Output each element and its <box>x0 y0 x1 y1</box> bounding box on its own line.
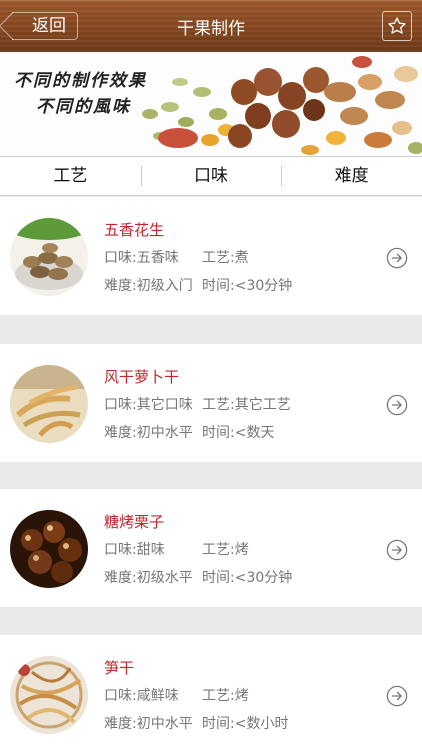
recipe-name: 五香花生 <box>104 221 165 239</box>
recipe-meta-row: 口味:其它口味 工艺:其它工艺 <box>104 394 291 414</box>
banner-line-1: 不同的制作效果 <box>14 71 147 91</box>
recipe-meta-row: 口味:甜味 工艺:烤 <box>104 539 249 559</box>
navigation-bar: 返回 干果制作 <box>0 0 422 52</box>
recipe-time: 时间:<数天 <box>202 425 275 441</box>
recipe-difficulty: 难度:初级入门 <box>104 278 193 294</box>
recipe-thumbnail <box>10 510 88 588</box>
recipe-taste: 口味:其它口味 <box>104 397 193 413</box>
recipe-item-dried-bamboo-shoot[interactable]: 笋干 口味:咸鲜味 工艺:烤 难度:初中水平 时间:<数小时 <box>0 635 422 753</box>
banner-line-2: 不同的風味 <box>36 97 131 117</box>
recipe-taste: 口味:五香味 <box>104 250 179 266</box>
recipe-taste: 口味:咸鲜味 <box>104 688 179 704</box>
recipe-taste: 口味:甜味 <box>104 542 165 558</box>
recipe-item-roasted-chestnut[interactable]: 糖烤栗子 口味:甜味 工艺:烤 难度:初级水平 时间:<30分钟 <box>0 489 422 607</box>
recipe-difficulty: 难度:初中水平 <box>104 425 193 441</box>
recipe-meta-row: 口味:五香味 工艺:煮 <box>104 247 249 267</box>
recipe-name: 糖烤栗子 <box>104 513 165 531</box>
filter-tabs: 工艺 口味 难度 <box>0 156 422 196</box>
nuts-image <box>142 56 422 155</box>
recipe-time: 时间:<数小时 <box>202 716 289 732</box>
arrow-right-circle-icon[interactable] <box>386 247 408 269</box>
tab-difficulty[interactable]: 难度 <box>281 157 422 195</box>
recipe-thumbnail <box>10 656 88 734</box>
recipe-meta-row: 难度:初中水平 时间:<数天 <box>104 422 274 442</box>
recipe-thumbnail <box>10 218 88 296</box>
recipe-meta-row: 难度:初级入门 时间:<30分钟 <box>104 275 292 295</box>
recipe-thumbnail <box>10 365 88 443</box>
recipe-time: 时间:<30分钟 <box>202 570 293 586</box>
star-icon <box>388 17 406 34</box>
page-title: 干果制作 <box>177 19 245 39</box>
recipe-item-wuxiang-peanut[interactable]: 五香花生 口味:五香味 工艺:煮 难度:初级入门 时间:<30分钟 <box>0 197 422 315</box>
banner: 不同的制作效果 不同的風味 <box>0 52 422 156</box>
recipe-craft: 工艺:煮 <box>202 250 249 266</box>
recipe-meta-row: 难度:初级水平 时间:<30分钟 <box>104 567 292 587</box>
arrow-right-circle-icon[interactable] <box>386 685 408 707</box>
recipe-name: 笋干 <box>104 659 135 677</box>
recipe-craft: 工艺:烤 <box>202 542 249 558</box>
tab-taste[interactable]: 口味 <box>140 157 282 195</box>
arrow-right-circle-icon[interactable] <box>386 539 408 561</box>
recipe-name: 风干萝卜干 <box>104 368 180 386</box>
recipe-craft: 工艺:其它工艺 <box>202 397 291 413</box>
recipe-meta-row: 口味:咸鲜味 工艺:烤 <box>104 685 249 705</box>
recipe-craft: 工艺:烤 <box>202 688 249 704</box>
recipe-difficulty: 难度:初级水平 <box>104 570 193 586</box>
favorite-button[interactable] <box>382 11 412 41</box>
recipe-item-dried-radish[interactable]: 风干萝卜干 口味:其它口味 工艺:其它工艺 难度:初中水平 时间:<数天 <box>0 344 422 462</box>
recipe-difficulty: 难度:初中水平 <box>104 716 193 732</box>
recipe-meta-row: 难度:初中水平 时间:<数小时 <box>104 713 288 733</box>
banner-slogan: 不同的制作效果 不同的風味 <box>14 68 147 120</box>
tab-craft[interactable]: 工艺 <box>0 157 141 195</box>
recipe-time: 时间:<30分钟 <box>202 278 293 294</box>
arrow-right-circle-icon[interactable] <box>386 394 408 416</box>
